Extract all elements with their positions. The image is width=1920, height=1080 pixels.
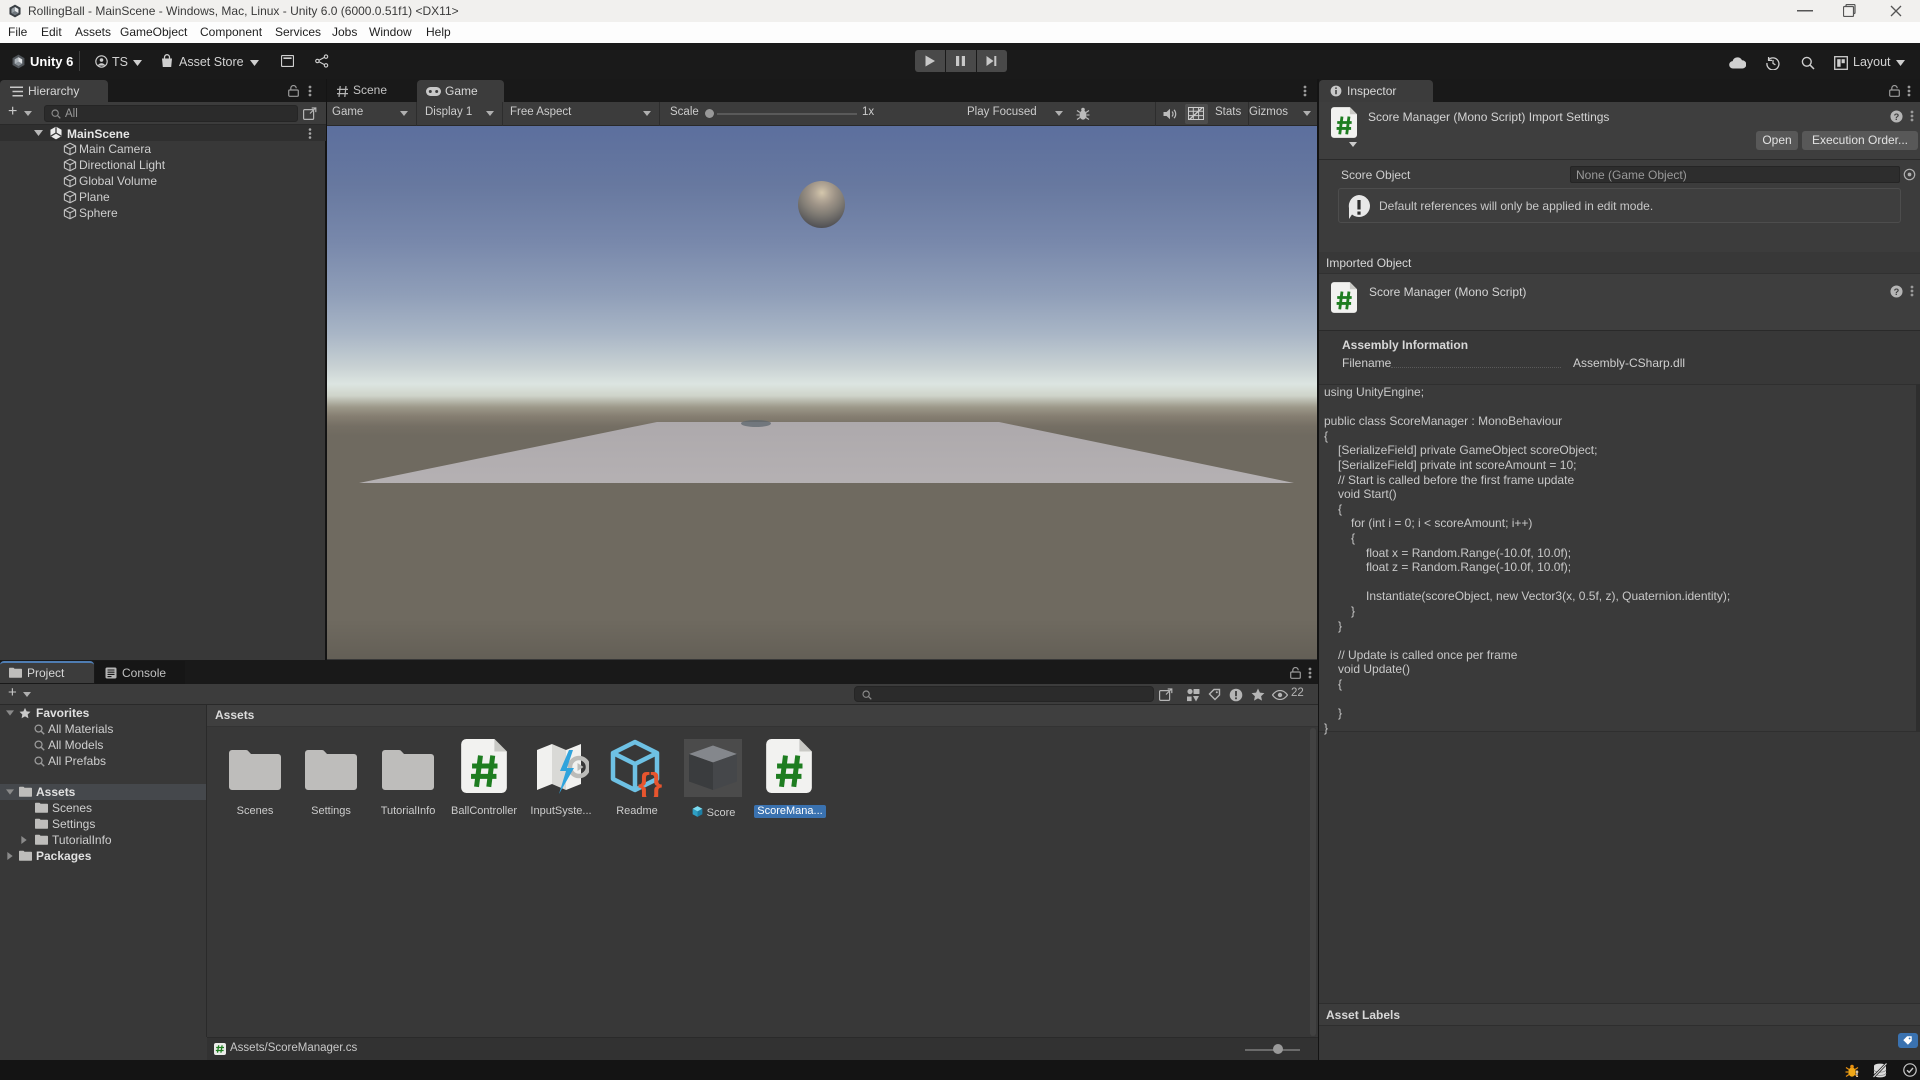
svg-text:?: ?	[1894, 112, 1900, 122]
svg-text:?: ?	[1894, 287, 1900, 297]
svg-text:!: !	[1856, 1069, 1859, 1078]
svg-text:{}: {}	[638, 766, 662, 797]
